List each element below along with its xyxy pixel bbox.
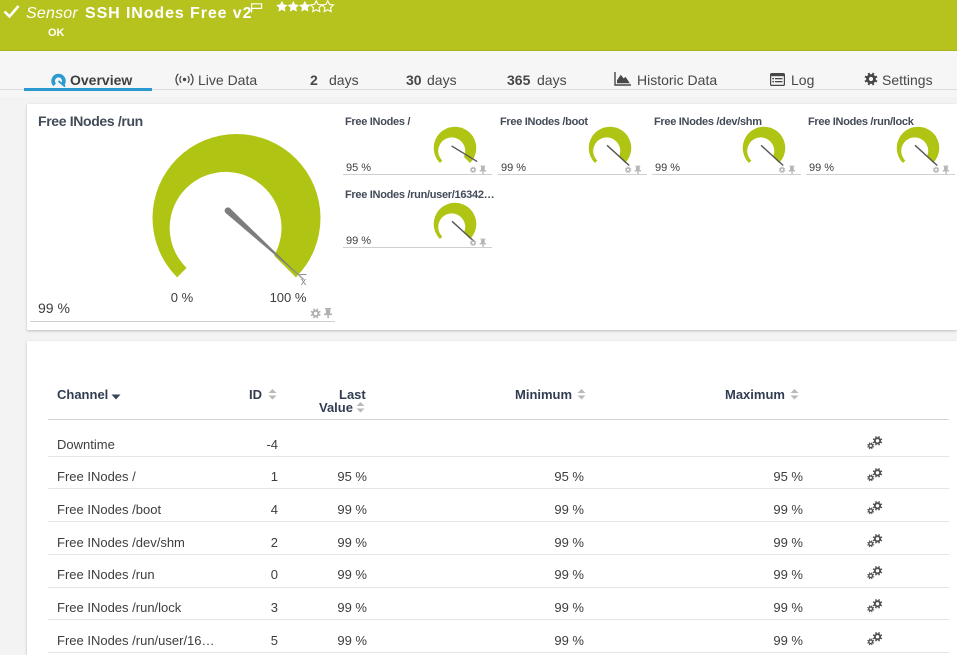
svg-text:x: x [301,276,307,288]
